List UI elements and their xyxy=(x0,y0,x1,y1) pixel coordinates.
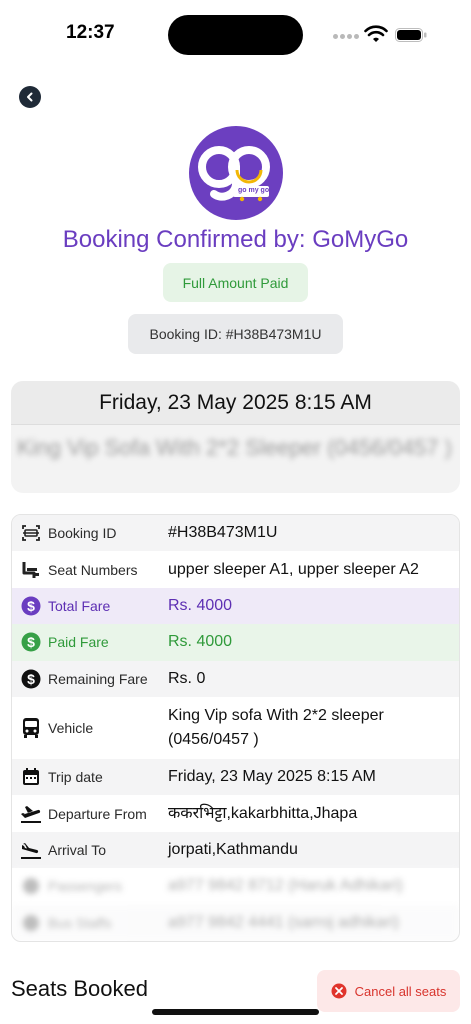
detail-row-departure: Departure From ककरभिट्टा,kakarbhitta,Jha… xyxy=(12,795,459,832)
detail-row-passengers: Passengers a977 9842 8712 (Haruk Adhikar… xyxy=(12,868,459,905)
detail-label: Remaining Fare xyxy=(48,670,148,687)
trip-vehicle-blurred: King Vip Sofa With 2*2 Sleeper (0456/045… xyxy=(17,435,452,460)
detail-label: Total Fare xyxy=(48,597,111,614)
payment-status-badge: Full Amount Paid xyxy=(163,263,308,302)
detail-row-arrival: Arrival To jorpati,Kathmandu xyxy=(12,831,459,869)
detail-row-remaining-fare: $ Remaining Fare Rs. 0 xyxy=(12,660,459,697)
logo-text: go my go xyxy=(238,187,270,194)
close-circle-icon xyxy=(331,983,347,999)
bus-icon xyxy=(20,717,42,739)
detail-row-booking-id: Booking ID #H38B473M1U xyxy=(12,515,459,552)
detail-label: Passengers xyxy=(48,878,122,895)
detail-label: Departure From xyxy=(48,805,147,822)
landing-icon xyxy=(20,839,42,861)
trip-summary-card: Friday, 23 May 2025 8:15 AM King Vip Sof… xyxy=(11,381,460,493)
detail-value: a977 9842 8712 (Haruk Adhikari) xyxy=(168,877,403,895)
detail-value: a977 9842 4441 (sarroj adhikari) xyxy=(168,913,400,931)
detail-row-bus-staffs: Bus Staffs a977 9842 4441 (sarroj adhika… xyxy=(12,904,459,941)
cancel-all-seats-label: Cancel all seats xyxy=(354,983,447,999)
back-button[interactable] xyxy=(19,86,41,108)
detail-value: Friday, 23 May 2025 8:15 AM xyxy=(168,768,376,786)
detail-label: Trip date xyxy=(48,769,103,786)
detail-label: Paid Fare xyxy=(48,634,109,651)
detail-value: Rs. 0 xyxy=(168,669,206,687)
detail-value: Rs. 4000 xyxy=(168,596,233,614)
dollar-icon: $ xyxy=(20,668,42,690)
battery-icon xyxy=(395,28,427,42)
seat-icon xyxy=(20,559,42,581)
detail-row-total-fare: $ Total Fare Rs. 4000 xyxy=(12,587,459,625)
detail-row-paid-fare: $ Paid Fare Rs. 4000 xyxy=(12,624,459,661)
detail-label: Vehicle xyxy=(48,719,94,736)
cancel-all-seats-button[interactable]: Cancel all seats xyxy=(317,970,460,1012)
detail-value: jorpati,Kathmandu xyxy=(168,840,298,858)
detail-row-seat-numbers: Seat Numbers upper sleeper A1, upper sle… xyxy=(12,551,459,588)
calendar-icon xyxy=(20,766,42,788)
signal-icon xyxy=(333,34,359,39)
dollar-icon: $ xyxy=(20,631,42,653)
svg-text:$: $ xyxy=(27,598,35,614)
detail-value: King Vip sofa With 2*2 sleeper (0456/045… xyxy=(168,706,384,748)
chevron-left-icon xyxy=(27,92,33,102)
dollar-icon: $ xyxy=(20,595,42,617)
svg-text:$: $ xyxy=(27,671,35,687)
user-icon xyxy=(20,875,42,897)
detail-label: Bus Staffs xyxy=(48,914,112,931)
detail-value: ककरभिट्टा,kakarbhitta,Jhapa xyxy=(168,804,358,822)
detail-value: upper sleeper A1, upper sleeper A2 xyxy=(168,560,419,578)
detail-label: Arrival To xyxy=(48,841,107,858)
dynamic-island xyxy=(168,15,303,55)
booking-id-badge: Booking ID: #H38B473M1U xyxy=(128,314,343,354)
seats-booked-heading: Seats Booked xyxy=(11,976,148,1001)
user-icon xyxy=(20,912,42,934)
status-time: 12:37 xyxy=(66,22,115,43)
detail-label: Booking ID xyxy=(48,525,117,542)
page-title: Booking Confirmed by: GoMyGo xyxy=(62,226,409,253)
detail-label: Seat Numbers xyxy=(48,561,138,578)
detail-value: #H38B473M1U xyxy=(168,524,278,542)
status-bar: 12:37 xyxy=(0,0,471,70)
detail-value: Rs. 4000 xyxy=(168,633,233,651)
takeoff-icon xyxy=(20,803,42,825)
booking-details-table: Booking ID #H38B473M1U Seat Numbers uppe… xyxy=(11,514,460,942)
gomygo-logo: go my go xyxy=(189,126,283,220)
trip-date-time: Friday, 23 May 2025 8:15 AM xyxy=(11,381,460,425)
barcode-icon xyxy=(20,522,42,544)
detail-row-trip-date: Trip date Friday, 23 May 2025 8:15 AM xyxy=(12,758,459,796)
detail-row-vehicle: Vehicle King Vip sofa With 2*2 sleeper (… xyxy=(12,696,459,759)
wifi-icon xyxy=(364,25,388,42)
svg-text:$: $ xyxy=(27,634,35,650)
home-indicator xyxy=(152,1009,319,1015)
